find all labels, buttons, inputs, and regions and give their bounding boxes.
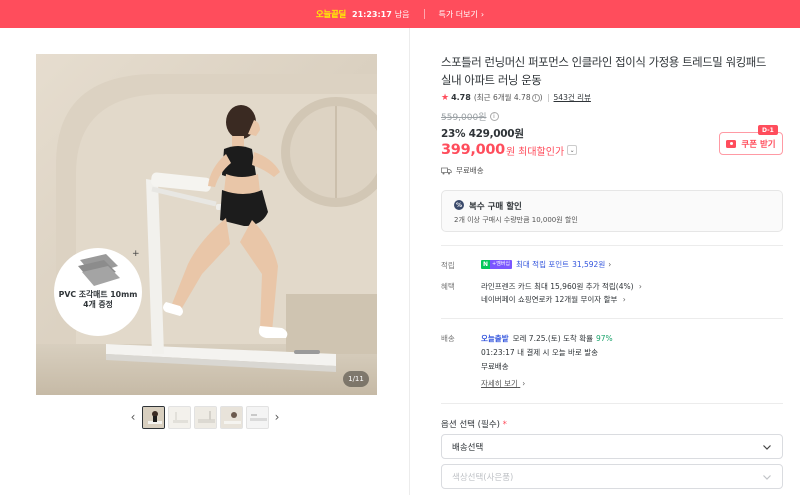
multi-buy-desc: 2개 이상 구매시 수량만큼 10,000원 할인 [454, 216, 578, 224]
today-dispatch-badge: 오늘출발 [481, 334, 509, 343]
color-option-value: 색상선택(사은품) [452, 472, 514, 483]
sale-price: 429,000원 [468, 128, 524, 140]
free-shipping-row: 무료배송 [441, 165, 484, 176]
thumbnail-5[interactable] [245, 405, 269, 429]
promo-sub: 4개 증정 [83, 300, 113, 309]
multi-buy-title: 복수 구매 할인 [469, 202, 522, 212]
original-price: 559,000원 [441, 113, 487, 123]
thumbnail-strip: ‹ › [126, 404, 284, 430]
rating-recent-close: ) [539, 93, 543, 102]
banner-divider [423, 9, 425, 19]
thumbnail-1[interactable] [141, 405, 165, 429]
delivery-probability: 97% [596, 334, 613, 343]
column-divider [409, 28, 410, 495]
benefit-label: 혜택 [441, 282, 455, 291]
delivery-more-link[interactable]: 자세히 보기 › [481, 378, 525, 389]
discount-rate: 23% [441, 128, 466, 140]
shipping-option-select[interactable]: 배송선택 [441, 434, 783, 459]
original-price-row: 559,000원 i [441, 110, 499, 123]
required-mark: * [502, 420, 507, 430]
point-text: 최대 적립 포인트 [516, 260, 570, 269]
percent-icon: % [454, 200, 464, 210]
multi-buy-discount-box: % 복수 구매 할인 2개 이상 구매시 수량만큼 10,000원 할인 [441, 190, 783, 232]
coupon-deadline-badge: D-1 [758, 125, 778, 135]
deal-banner: 오늘끝딜 21:23:17 남음 특가 더보기 › [0, 0, 800, 28]
thumbnail-3[interactable] [193, 405, 217, 429]
star-icon: ★ [441, 92, 450, 103]
coupon-button-label: 쿠폰 받기 [741, 139, 776, 150]
chevron-right-icon[interactable]: › [270, 407, 284, 427]
shipping-option-value: 배송선택 [452, 442, 484, 453]
best-price-row: 399,000 원 최대할인가 ⌄ [441, 142, 578, 158]
chevron-down-icon [763, 445, 771, 450]
chevron-right-icon: › [622, 295, 626, 304]
deal-more-label: 특가 더보기 [438, 9, 478, 19]
best-price-unit: 원 [505, 146, 516, 158]
section-divider [441, 245, 783, 246]
option-label-text: 옵션 선택 (필수) [441, 420, 500, 430]
promo-badge: PVC 조각매트 10mm 4개 증정 [54, 290, 142, 310]
chevron-right-icon: › [522, 379, 526, 388]
section-divider [441, 318, 783, 319]
rating-score: 4.78 [451, 93, 471, 102]
benefit-installment-text: 네이버페이 쇼핑연로카 12개월 무이자 할부 [481, 295, 618, 304]
rating-row: ★ 4.78 (최근 6개월 4.78 i ) 543건 리뷰 [441, 92, 591, 103]
chevron-right-icon: › [480, 9, 485, 19]
chevron-right-icon: › [608, 260, 612, 269]
delivery-more-label: 자세히 보기 [481, 379, 518, 388]
delivery-cutoff: 01:23:17 내 결제 시 오늘 바로 발송 [481, 348, 598, 357]
npay-n: N [481, 260, 490, 269]
benefit-card-text: 라인프렌즈 카드 최대 15,960원 추가 적립(4%) [481, 282, 634, 291]
best-price: 399,000 [441, 142, 505, 158]
benefit-installment-row[interactable]: 네이버페이 쇼핑연로카 12개월 무이자 할부 › [481, 294, 626, 305]
option-label: 옵션 선택 (필수) * [441, 418, 507, 430]
free-shipping-label: 무료배송 [456, 166, 484, 175]
product-main-image[interactable]: + PVC 조각매트 10mm 4개 증정 [36, 54, 377, 395]
coupon-button[interactable]: 쿠폰 받기 [719, 132, 783, 155]
deal-countdown: 21:23:17 [352, 9, 392, 19]
info-icon[interactable]: i [531, 93, 540, 102]
chevron-right-icon: › [638, 282, 642, 291]
deal-remain-label: 남음 [394, 9, 410, 19]
delivery-arrival: 모레 7.25.(토) 도착 확률 [512, 334, 593, 343]
best-price-label: 최대할인가 [518, 146, 565, 158]
svg-text:+: + [132, 249, 140, 259]
deal-more-link[interactable]: 특가 더보기 › [439, 9, 485, 20]
truck-icon [441, 167, 452, 174]
thumbnail-2[interactable] [167, 405, 191, 429]
point-row[interactable]: N +멤버십 최대 적립 포인트 31,592원 › [481, 259, 611, 270]
image-counter: 1/11 [343, 371, 369, 387]
delivery-label: 배송 [441, 334, 455, 343]
rating-recent: (최근 6개월 4.78 [473, 93, 531, 102]
npay-plus: +멤버십 [490, 260, 512, 269]
benefit-card-row[interactable]: 라인프렌즈 카드 최대 15,960원 추가 적립(4%) › [481, 281, 642, 292]
delivery-arrival-row: 오늘출발 모레 7.25.(토) 도착 확률 97% [481, 333, 613, 344]
promo-title: PVC 조각매트 10mm [58, 290, 138, 299]
chevron-left-icon[interactable]: ‹ [126, 407, 140, 427]
chevron-down-icon [763, 475, 771, 480]
naver-pay-badge: N +멤버십 [481, 260, 512, 269]
product-title: 스포틀러 런닝머신 퍼포먼스 인클라인 접이식 가정용 트레드밀 워킹패드 실내… [441, 55, 766, 87]
point-value: 31,592원 [572, 260, 606, 269]
delivery-free: 무료배송 [481, 362, 509, 371]
point-label: 적립 [441, 261, 455, 270]
deal-brand: 오늘끝딜 [315, 10, 346, 20]
section-divider [441, 403, 783, 404]
rating-divider [547, 93, 549, 102]
review-count-link[interactable]: 543건 리뷰 [554, 92, 591, 103]
color-option-select[interactable]: 색상선택(사은품) [441, 464, 783, 489]
coupon-icon [726, 139, 737, 148]
thumbnail-4[interactable] [219, 405, 243, 429]
info-icon[interactable]: i [489, 112, 499, 121]
chevron-down-icon[interactable]: ⌄ [567, 145, 578, 155]
sale-price-row: 23% 429,000원 [441, 126, 524, 141]
